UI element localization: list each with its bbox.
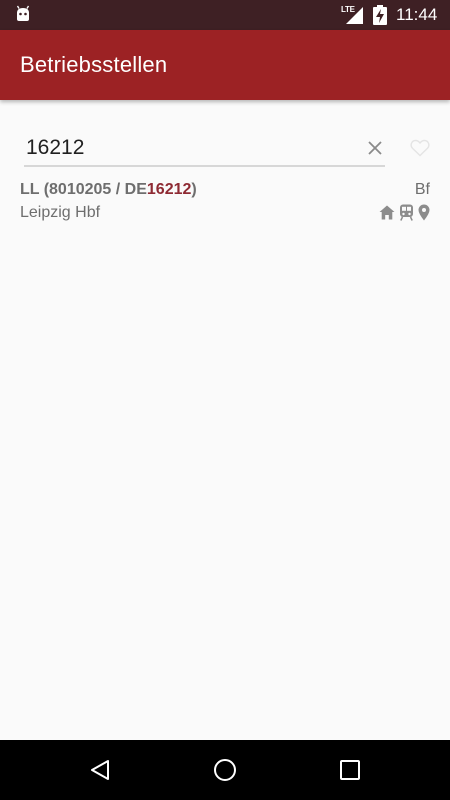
search-input[interactable] bbox=[24, 132, 356, 164]
page-title: Betriebsstellen bbox=[20, 52, 168, 77]
app-bar: Betriebsstellen bbox=[0, 30, 450, 100]
battery-charging-icon bbox=[373, 5, 387, 25]
search-underline bbox=[24, 165, 385, 167]
signal-icon: LTE bbox=[341, 5, 365, 25]
navigation-bar bbox=[0, 740, 450, 800]
close-icon bbox=[368, 141, 382, 155]
result-code-suffix: ) bbox=[191, 181, 197, 198]
list-item[interactable]: LL (8010205 / DE16212) Leipzig Hbf Bf bbox=[0, 176, 450, 228]
result-code-prefix: LL (8010205 / DE bbox=[20, 181, 147, 198]
result-name: Leipzig Hbf bbox=[20, 204, 101, 221]
nav-back-button[interactable] bbox=[87, 757, 113, 783]
screen: LTE 11:44 Betriebsstellen LL (8010205 / … bbox=[0, 0, 450, 800]
home-circle-icon bbox=[214, 759, 236, 781]
heart-outline-icon bbox=[410, 139, 430, 157]
favorite-button[interactable] bbox=[408, 136, 432, 160]
status-clock: 11:44 bbox=[396, 5, 438, 24]
home-icon bbox=[379, 205, 395, 219]
train-icon bbox=[400, 204, 413, 221]
result-icons bbox=[379, 203, 430, 221]
android-icon bbox=[16, 5, 30, 21]
recents-square-icon bbox=[340, 760, 360, 780]
nav-recents-button[interactable] bbox=[337, 757, 363, 783]
back-triangle-icon bbox=[91, 760, 109, 780]
location-pin-icon bbox=[418, 204, 430, 220]
status-bar: LTE 11:44 bbox=[0, 0, 450, 30]
nav-home-button[interactable] bbox=[212, 757, 238, 783]
result-code: LL (8010205 / DE16212) bbox=[20, 181, 197, 199]
result-type: Bf bbox=[414, 181, 430, 198]
result-code-highlight: 16212 bbox=[146, 181, 192, 198]
clear-search-button[interactable] bbox=[362, 136, 388, 160]
